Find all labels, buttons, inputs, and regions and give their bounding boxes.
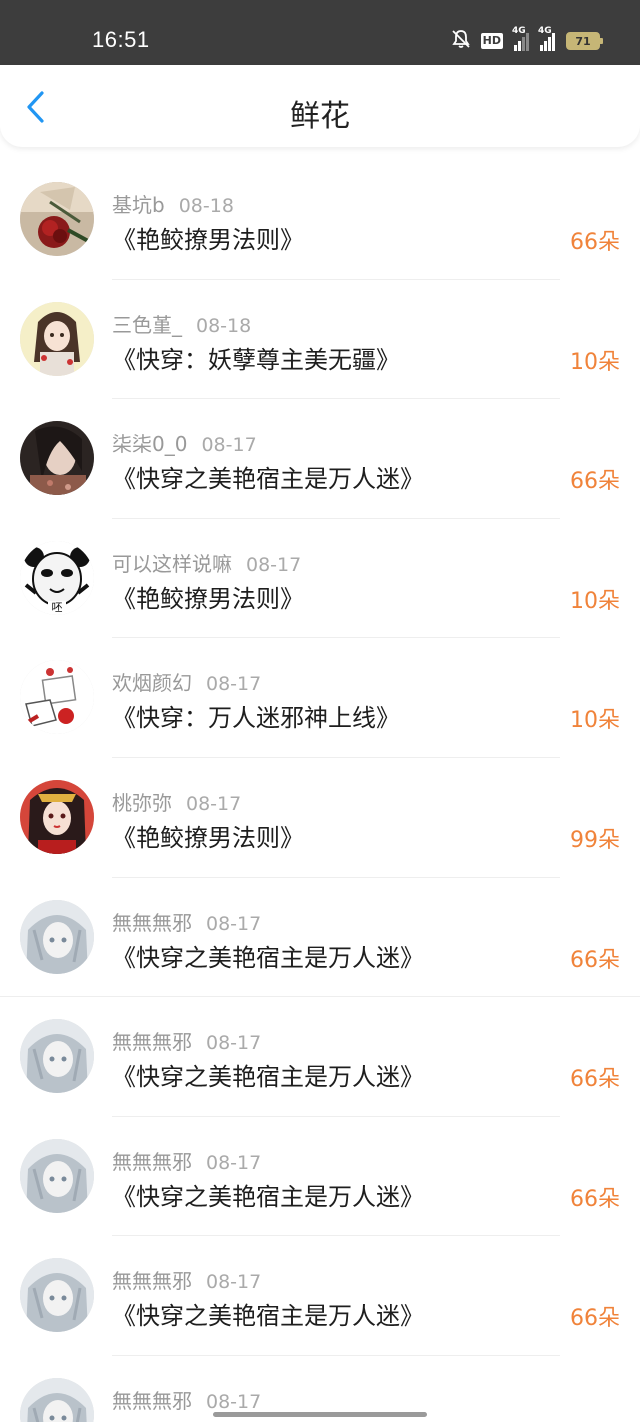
date: 08-18 xyxy=(196,314,252,337)
username[interactable]: 桃弥弥 xyxy=(112,791,172,815)
list-item[interactable]: 三色堇_ 08-18 《快穿：妖孽尊主美无疆》 10朵 xyxy=(0,280,640,400)
user-line: 無無無邪 08-17 xyxy=(112,907,261,936)
book-title[interactable]: 《艳鲛撩男法则》 xyxy=(112,220,304,255)
user-line: 無無無邪 08-17 xyxy=(112,1026,261,1055)
flower-count: 66朵 xyxy=(570,230,620,255)
list-item[interactable]: 無無無邪 08-17 《快穿之美艳宿主是万人迷》 66朵 xyxy=(0,878,640,998)
list-item[interactable]: 欢烟颜幻 08-17 《快穿：万人迷邪神上线》 10朵 xyxy=(0,638,640,758)
list-item[interactable]: 無無無邪 08-17 《快穿之美艳宿主是万人迷》 66朵 xyxy=(0,997,640,1117)
flower-count: 99朵 xyxy=(570,827,620,853)
user-line: 欢烟颜幻 08-17 xyxy=(112,667,261,696)
username[interactable]: 無無無邪 xyxy=(112,1150,192,1174)
user-line: 無無無邪 08-17 xyxy=(112,1146,261,1175)
grey-anime-avatar xyxy=(20,1377,94,1422)
date: 08-17 xyxy=(246,553,302,576)
bell-off-icon xyxy=(451,29,470,53)
red-anime-avatar xyxy=(20,779,94,854)
grey-anime-avatar xyxy=(20,1019,94,1094)
flower-count: 10朵 xyxy=(570,349,620,375)
page-title: 鲜花 xyxy=(290,99,350,134)
date: 08-18 xyxy=(178,195,234,217)
status-bar: 16:51 HD 4G 4G 71 xyxy=(0,0,640,65)
grey-anime-avatar xyxy=(20,1258,94,1333)
book-title[interactable]: 《艳鲛撩男法则》 xyxy=(112,818,304,853)
panda-meme-avatar: 呸 xyxy=(20,540,94,615)
book-title[interactable]: 《快穿：万人迷邪神上线》 xyxy=(112,698,400,733)
signal-1-icon: 4G xyxy=(512,26,529,51)
grey-anime-avatar xyxy=(20,899,94,974)
date: 08-17 xyxy=(206,912,262,935)
book-title[interactable]: 《艳鲛撩男法则》 xyxy=(112,579,304,614)
hd-badge: HD xyxy=(480,33,503,49)
book-title[interactable]: 《快穿之美艳宿主是万人迷》 xyxy=(112,1057,424,1092)
book-title[interactable]: 《快穿之美艳宿主是万人迷》 xyxy=(112,1296,424,1331)
flower-count: 10朵 xyxy=(570,588,620,614)
flower-count: 66朵 xyxy=(570,469,620,495)
status-time: 16:51 xyxy=(92,27,150,52)
cartoon-avatar xyxy=(20,660,94,735)
status-icons: HD 4G 4G 71 xyxy=(451,26,603,53)
book-title[interactable]: 《快穿：妖孽尊主美无疆》 xyxy=(112,340,400,375)
flower-count: 66朵 xyxy=(570,947,620,973)
flower-count: 66朵 xyxy=(570,1067,620,1093)
battery-level: 71 xyxy=(575,34,591,48)
gift-list: 基坑b 08-18 《艳鲛撩男法则》 66朵 三色堇_ 08-18 《快穿：妖孽尊主… xyxy=(0,160,640,1422)
book-title[interactable]: 《快穿之美艳宿主是万人迷》 xyxy=(112,938,424,973)
user-line: 桃弥弥 08-17 xyxy=(112,787,241,816)
username[interactable]: 無無無邪 xyxy=(112,1269,192,1293)
date: 08-17 xyxy=(201,434,257,457)
grey-anime-avatar xyxy=(20,1138,94,1213)
anime-girl-avatar xyxy=(20,301,94,376)
list-item[interactable]: 無無無邪 08-17 《快穿之美艳宿主是万人迷》 66朵 xyxy=(0,1236,640,1356)
user-line: 基坑b 08-18 xyxy=(112,189,234,218)
home-indicator[interactable] xyxy=(213,1412,427,1417)
list-item[interactable]: 呸 可以这样说嘛 08-17 《艳鲛撩男法则》 10朵 xyxy=(0,519,640,639)
username[interactable]: 無無無邪 xyxy=(112,1030,192,1054)
date: 08-17 xyxy=(206,673,262,696)
signal-2-icon: 4G xyxy=(538,26,555,51)
date: 08-17 xyxy=(186,792,242,815)
flower-count: 66朵 xyxy=(570,1306,620,1332)
date: 08-17 xyxy=(206,1032,262,1055)
date: 08-17 xyxy=(206,1151,262,1174)
book-title[interactable]: 《快穿之美艳宿主是万人迷》 xyxy=(112,459,424,494)
list-item[interactable]: 無無無邪 08-17 《快穿之美艳宿主是万人迷》 66朵 xyxy=(0,1117,640,1237)
battery-icon: 71 xyxy=(566,32,603,50)
girl-photo-avatar xyxy=(20,421,94,496)
svg-text:呸: 呸 xyxy=(52,601,63,614)
user-line: 無無無邪 08-17 xyxy=(112,1265,261,1294)
page-header: 鲜花 xyxy=(0,65,640,147)
flower-count: 10朵 xyxy=(570,708,620,734)
username[interactable]: 無無無邪 xyxy=(112,911,192,935)
user-line: 三色堇_ 08-18 xyxy=(112,309,251,338)
list-item[interactable]: 基坑b 08-18 《艳鲛撩男法则》 66朵 xyxy=(0,160,640,280)
username[interactable]: 無無無邪 xyxy=(112,1389,192,1413)
list-item[interactable]: 柒柒0_0 08-17 《快穿之美艳宿主是万人迷》 66朵 xyxy=(0,399,640,519)
username[interactable]: 欢烟颜幻 xyxy=(112,671,192,695)
user-line: 可以这样说嘛 08-17 xyxy=(112,548,301,577)
list-item[interactable]: 桃弥弥 08-17 《艳鲛撩男法则》 99朵 xyxy=(0,758,640,878)
user-line: 柒柒0_0 08-17 xyxy=(112,428,257,457)
username[interactable]: 柒柒0_0 xyxy=(112,432,187,456)
username[interactable]: 三色堇_ xyxy=(112,313,182,337)
date: 08-17 xyxy=(206,1271,262,1294)
flower-count: 66朵 xyxy=(570,1186,620,1212)
username[interactable]: 基坑b xyxy=(112,193,165,217)
date: 08-17 xyxy=(206,1390,262,1413)
user-line: 無無無邪 08-17 xyxy=(112,1385,261,1414)
username[interactable]: 可以这样说嘛 xyxy=(112,552,232,576)
book-title[interactable]: 《快穿之美艳宿主是万人迷》 xyxy=(112,1177,424,1212)
rose-avatar xyxy=(20,182,94,256)
